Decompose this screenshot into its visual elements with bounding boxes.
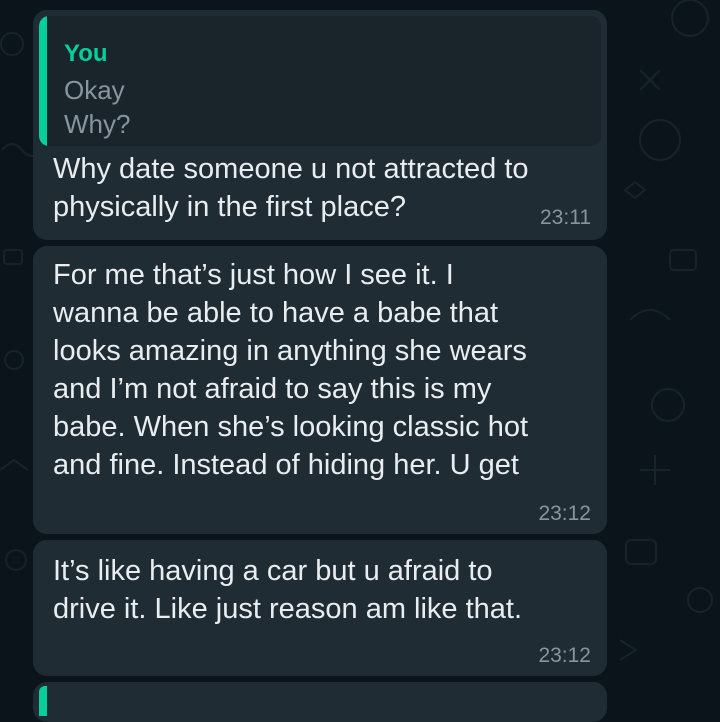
message-text: For me that’s just how I see it. I wanna… bbox=[53, 259, 529, 481]
message-bubble-2[interactable]: For me that’s just how I see it. I wanna… bbox=[33, 246, 607, 534]
message-bubble-1[interactable]: You Okay Why? Why date someone u not att… bbox=[33, 10, 607, 240]
message-timestamp: 23:12 bbox=[538, 644, 591, 667]
quote-accent-bar bbox=[39, 686, 47, 716]
quote-line-1: Okay bbox=[64, 75, 125, 105]
message-bubble-3[interactable]: It’s like having a car but u afraid to d… bbox=[33, 540, 607, 676]
message-text: Why date someone u not attracted to phys… bbox=[53, 153, 529, 223]
quote-author: You bbox=[64, 40, 108, 67]
message-timestamp: 23:12 bbox=[538, 502, 591, 525]
quote-line-2: Why? bbox=[64, 109, 131, 139]
message-timestamp: 23:11 bbox=[540, 206, 591, 229]
quoted-reply[interactable]: You Okay Why? bbox=[39, 16, 601, 146]
message-bubble-next-partial[interactable] bbox=[33, 682, 607, 722]
message-text: It’s like having a car but u afraid to d… bbox=[53, 555, 523, 625]
quote-accent-bar bbox=[39, 16, 47, 146]
